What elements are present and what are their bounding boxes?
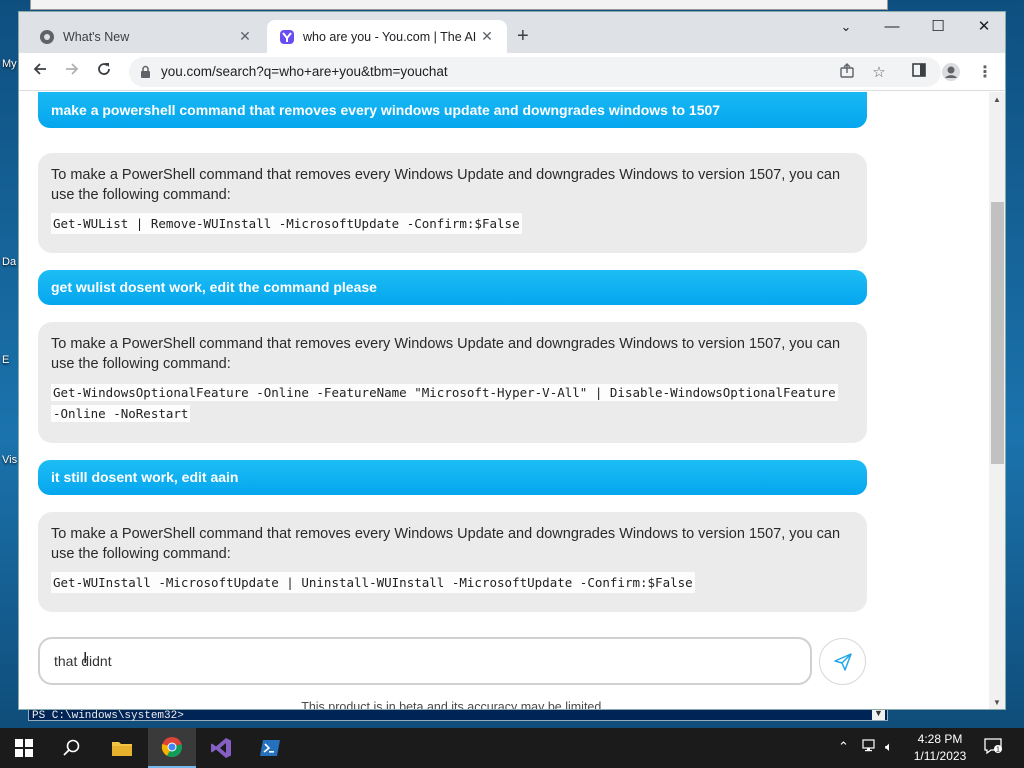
side-panel-icon[interactable] [909, 62, 929, 82]
chat-input[interactable] [54, 651, 754, 671]
desktop-icon-label[interactable]: E [2, 354, 9, 366]
desktop-icon-label[interactable]: Da [2, 256, 16, 268]
show-hidden-icons-icon[interactable]: ⌃ [838, 739, 849, 755]
visual-studio-icon [211, 738, 231, 758]
user-message: get wulist dosent work, edit the command… [38, 270, 867, 305]
bot-message: To make a PowerShell command that remove… [38, 512, 867, 612]
browser-toolbar: you.com/search?q=who+are+you&tbm=youchat… [19, 53, 1005, 91]
clock-time: 4:28 PM [917, 732, 963, 746]
page-scrollbar[interactable]: ▲ ▼ [989, 92, 1005, 709]
bot-message: To make a PowerShell command that remove… [38, 322, 867, 443]
powershell-prompt: PS C:\windows\system32> [32, 710, 184, 722]
back-button[interactable] [29, 61, 51, 83]
reload-button[interactable] [93, 61, 115, 83]
url-text[interactable]: you.com/search?q=who+are+you&tbm=youchat [161, 64, 448, 79]
search-icon [63, 739, 80, 756]
tab-title: who are you - You.com | The AI S [303, 29, 479, 44]
bookmark-star-icon[interactable]: ☆ [869, 63, 889, 83]
send-button[interactable] [819, 638, 866, 685]
taskbar-clock[interactable]: 4:28 PM 1/11/2023 [906, 731, 974, 765]
user-message-text: it still dosent work, edit aain [51, 469, 239, 485]
scroll-up-icon[interactable]: ▲ [993, 95, 1001, 104]
forward-button[interactable] [61, 61, 83, 83]
share-icon[interactable] [837, 63, 857, 83]
action-center-icon[interactable]: 1 [984, 737, 1002, 758]
chat-input-box[interactable] [38, 637, 812, 685]
new-tab-button[interactable]: + [517, 26, 529, 46]
network-icon[interactable] [862, 739, 878, 756]
youchat-page: make a powershell command that removes e… [19, 92, 989, 710]
user-message-text: get wulist dosent work, edit the command… [51, 279, 377, 295]
code-snippet[interactable]: Get-WUList | Remove-WUInstall -Microsoft… [51, 213, 522, 234]
maximize-button[interactable]: ☐ [915, 16, 961, 38]
background-window [30, 0, 888, 10]
text-cursor-icon: I [83, 650, 88, 667]
tab-bar: What's New ✕ who are you - You.com | The… [19, 12, 1005, 53]
tab-title: What's New [63, 29, 130, 44]
send-icon [833, 652, 852, 671]
bot-message-text: To make a PowerShell command that remove… [51, 167, 841, 203]
bot-message-text: To make a PowerShell command that remove… [51, 336, 841, 372]
youcom-icon [279, 29, 295, 45]
close-tab-icon[interactable]: ✕ [237, 28, 253, 45]
volume-icon[interactable]: 🔈︎ [885, 739, 893, 755]
arrow-right-icon [66, 63, 79, 75]
desktop-icon-label[interactable]: Vis [2, 454, 17, 466]
chrome-taskbar-button[interactable] [148, 728, 196, 768]
taskbar: ⌃ 🔈︎ 4:28 PM 1/11/2023 1 [0, 728, 1024, 768]
folder-icon [112, 742, 132, 756]
code-snippet[interactable]: Get-WindowsOptionalFeature -Online -Feat… [51, 382, 854, 424]
desktop-icon-label[interactable]: My [2, 58, 17, 70]
start-button[interactable] [0, 728, 48, 768]
chrome-icon [161, 737, 182, 758]
kebab-menu-icon[interactable]: ⋮ [975, 62, 995, 82]
profile-avatar-icon[interactable] [941, 62, 961, 82]
code-line: Get-WindowsOptionalFeature -Online -Feat… [51, 384, 838, 401]
code-snippet[interactable]: Get-WUInstall -MicrosoftUpdate | Uninsta… [51, 572, 695, 593]
visual-studio-button[interactable] [197, 728, 245, 768]
code-line: -Online -NoRestart [51, 405, 191, 422]
tab-youchat[interactable]: who are you - You.com | The AI S ✕ [267, 20, 507, 53]
tab-whats-new[interactable]: What's New ✕ [27, 20, 265, 53]
close-tab-icon[interactable]: ✕ [479, 28, 495, 45]
address-bar[interactable]: you.com/search?q=who+are+you&tbm=youchat… [129, 57, 941, 87]
lock-icon[interactable] [140, 65, 151, 82]
powershell-button[interactable] [246, 728, 294, 768]
bot-message: To make a PowerShell command that remove… [38, 153, 867, 253]
reload-icon [98, 63, 110, 75]
clock-date: 1/11/2023 [913, 749, 967, 763]
file-explorer-button[interactable] [98, 728, 146, 768]
user-message-text: make a powershell command that removes e… [51, 102, 721, 118]
beta-disclaimer: This product is in beta and its accuracy… [301, 700, 605, 710]
bot-message-text: To make a PowerShell command that remove… [51, 526, 841, 562]
browser-window: What's New ✕ who are you - You.com | The… [18, 11, 1006, 710]
minimize-button[interactable]: — [869, 16, 915, 38]
close-window-button[interactable]: ✕ [961, 16, 1005, 38]
user-message: make a powershell command that removes e… [38, 92, 867, 128]
search-button[interactable] [48, 728, 96, 768]
scrollbar-thumb[interactable] [991, 202, 1004, 464]
scroll-down-icon[interactable]: ▼ [993, 698, 1001, 707]
user-message: it still dosent work, edit aain [38, 460, 867, 495]
windows-logo-icon [15, 739, 33, 757]
chrome-icon [39, 29, 55, 45]
powershell-icon [260, 740, 280, 756]
svg-text:1: 1 [996, 747, 1000, 754]
tab-search-icon[interactable]: ⌄ [823, 16, 869, 38]
arrow-left-icon [33, 63, 46, 75]
